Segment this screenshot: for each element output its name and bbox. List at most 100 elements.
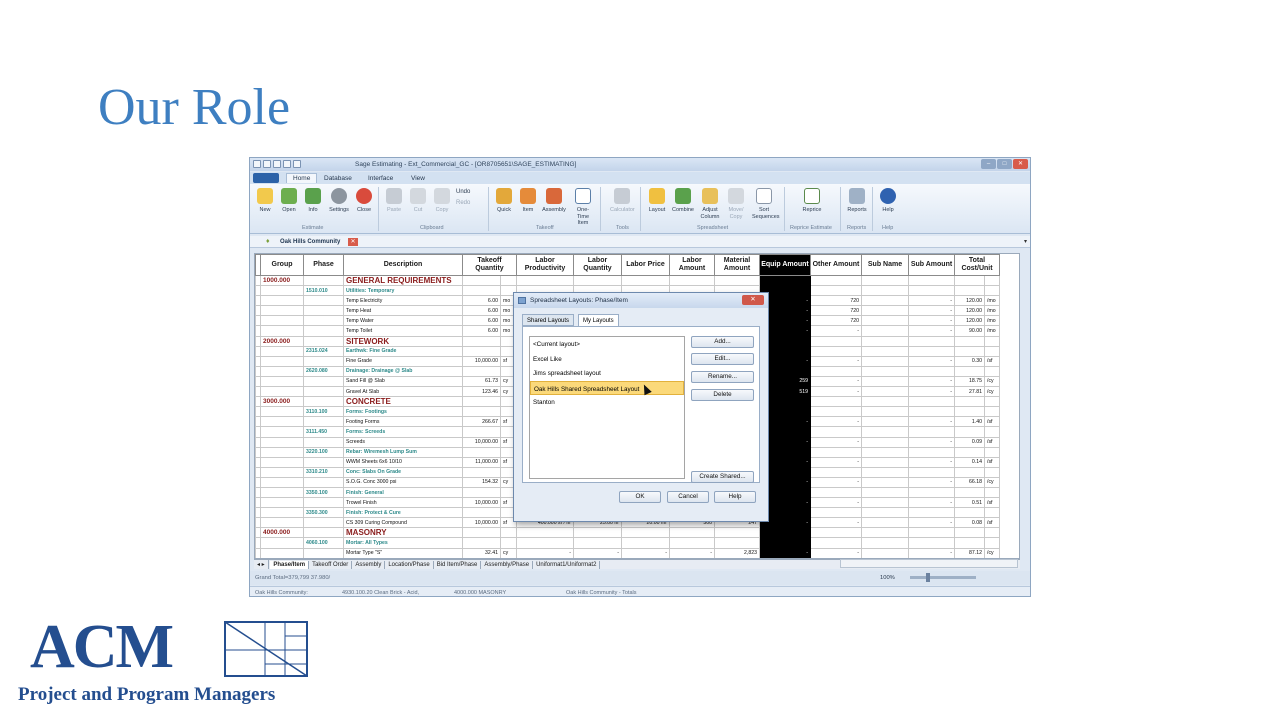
table-row[interactable]: 1000.000 GENERAL REQUIREMENTS bbox=[255, 274, 1000, 287]
cell-description[interactable]: Utilities: Temporary bbox=[343, 285, 463, 297]
cell-other-amount[interactable] bbox=[810, 466, 862, 478]
cell-group[interactable] bbox=[260, 466, 304, 478]
sheet-tab-uniformat[interactable]: Uniformat1/Uniformat2 bbox=[533, 561, 601, 569]
cell-total-cost[interactable] bbox=[954, 345, 985, 357]
cell-other-amount[interactable]: 720 bbox=[810, 295, 862, 307]
cell-total-cost[interactable]: 87.12 bbox=[954, 547, 985, 558]
sheet-tab-location-phase[interactable]: Location/Phase bbox=[385, 561, 434, 569]
cell-takeoff-qty[interactable]: 266.67 bbox=[462, 416, 501, 428]
cell-other-amount[interactable] bbox=[810, 426, 862, 438]
col-header-other-amount[interactable]: Other Amount bbox=[810, 254, 862, 276]
layout-button[interactable]: Layout bbox=[645, 188, 669, 214]
cell-description[interactable]: Gravel At Slab bbox=[343, 386, 463, 398]
cell-other-amount[interactable] bbox=[810, 527, 862, 539]
cell-other-amount[interactable] bbox=[810, 365, 862, 377]
cell-sub-amount[interactable] bbox=[908, 527, 955, 539]
col-header-takeoff-quantity[interactable]: Takeoff Quantity bbox=[462, 254, 517, 276]
cell-other-amount[interactable] bbox=[810, 486, 862, 499]
cell-other-amount[interactable] bbox=[810, 396, 862, 408]
cell-phase[interactable] bbox=[303, 416, 344, 428]
cell-total-unit[interactable]: /cy bbox=[984, 386, 1000, 398]
estimate-tab[interactable]: Oak Hills Community bbox=[280, 239, 340, 245]
cell-description[interactable]: CS 309 Curing Compound bbox=[343, 517, 463, 529]
cell-description[interactable]: Mortar: All Types bbox=[343, 537, 463, 549]
cell-sub-amount[interactable]: - bbox=[908, 386, 955, 398]
cell-total-unit[interactable] bbox=[984, 345, 1000, 357]
cell-other-amount[interactable] bbox=[810, 345, 862, 357]
add-button[interactable]: Add... bbox=[691, 336, 754, 348]
cell-sub-amount[interactable] bbox=[908, 486, 955, 499]
cell-total-cost[interactable] bbox=[954, 285, 985, 297]
cell-group[interactable] bbox=[260, 375, 304, 388]
cell-sub-name[interactable] bbox=[861, 355, 909, 367]
cell-total-cost[interactable]: 0.51 bbox=[954, 497, 985, 509]
cell-description[interactable]: WWM Sheets 6x6 10/10 bbox=[343, 456, 463, 468]
cell-group[interactable] bbox=[260, 325, 304, 337]
cell-other-amount[interactable]: - bbox=[810, 497, 862, 509]
cell-other-amount[interactable] bbox=[810, 285, 862, 297]
cell-phase[interactable]: 3110.100 bbox=[303, 406, 344, 418]
cell-takeoff-qty[interactable] bbox=[462, 285, 501, 297]
cell-group[interactable]: 1000.000 bbox=[260, 274, 304, 287]
cell-sub-name[interactable] bbox=[861, 486, 909, 499]
cell-total-unit[interactable]: /sf bbox=[984, 517, 1000, 529]
cell-takeoff-unit[interactable] bbox=[500, 274, 517, 287]
ok-button[interactable]: OK bbox=[619, 491, 661, 503]
cell-phase[interactable]: 2315.024 bbox=[303, 345, 344, 357]
col-header-sub-amount[interactable]: Sub Amount bbox=[908, 254, 955, 276]
cell-takeoff-unit[interactable] bbox=[500, 537, 517, 549]
cell-sub-amount[interactable]: - bbox=[908, 456, 955, 468]
cell-other-amount[interactable]: 720 bbox=[810, 315, 862, 327]
undo-button[interactable]: Undo bbox=[456, 189, 470, 195]
cell-total-unit[interactable]: /sf bbox=[984, 497, 1000, 509]
cell-description[interactable]: SITEWORK bbox=[343, 335, 463, 347]
cell-sub-name[interactable] bbox=[861, 274, 909, 287]
col-header-phase[interactable]: Phase bbox=[303, 254, 344, 276]
cell-sub-name[interactable] bbox=[861, 476, 909, 488]
cell-equip-amount[interactable] bbox=[759, 527, 811, 539]
table-row[interactable]: Mortar Type "S" 32.41 cy - - - -2,823- - -87.12/… bbox=[255, 547, 1000, 558]
sheet-tab-bid-item-phase[interactable]: Bid Item/Phase bbox=[434, 561, 482, 569]
cell-sub-amount[interactable]: - bbox=[908, 517, 955, 529]
cell-material-amount[interactable] bbox=[714, 527, 760, 539]
calculator-button[interactable]: Calculator bbox=[610, 188, 635, 214]
cell-total-cost[interactable] bbox=[954, 426, 985, 438]
cell-group[interactable] bbox=[260, 285, 304, 297]
cell-other-amount[interactable]: - bbox=[810, 456, 862, 468]
cell-total-unit[interactable] bbox=[984, 426, 1000, 438]
item-button[interactable]: Item bbox=[516, 188, 540, 214]
cell-takeoff-qty[interactable]: 61.73 bbox=[462, 375, 501, 388]
cell-takeoff-qty[interactable]: 10,000.00 bbox=[462, 436, 501, 448]
cell-phase[interactable]: 4060.100 bbox=[303, 537, 344, 549]
col-header-labor-price[interactable]: Labor Price bbox=[621, 254, 670, 276]
cell-other-amount[interactable]: - bbox=[810, 517, 862, 529]
cell-takeoff-qty[interactable] bbox=[462, 466, 501, 478]
cell-description[interactable]: Finish: General bbox=[343, 486, 463, 499]
cell-sub-name[interactable] bbox=[861, 416, 909, 428]
cell-total-unit[interactable]: /sf bbox=[984, 416, 1000, 428]
cell-phase[interactable] bbox=[303, 315, 344, 327]
redo-button[interactable]: Redo bbox=[456, 200, 470, 206]
cell-total-cost[interactable]: 18.75 bbox=[954, 375, 985, 388]
cell-description[interactable]: Temp Water bbox=[343, 315, 463, 327]
cell-group[interactable] bbox=[260, 456, 304, 468]
cell-other-amount[interactable]: - bbox=[810, 375, 862, 388]
cell-sub-amount[interactable]: - bbox=[908, 315, 955, 327]
cell-total-cost[interactable]: 1.40 bbox=[954, 416, 985, 428]
cell-total-cost[interactable] bbox=[954, 446, 985, 458]
cell-description[interactable]: Footing Forms bbox=[343, 416, 463, 428]
cell-takeoff-qty[interactable]: 6.00 bbox=[462, 305, 501, 317]
cell-equip-amount[interactable] bbox=[759, 274, 811, 287]
cell-group[interactable] bbox=[260, 406, 304, 418]
cell-takeoff-qty[interactable] bbox=[462, 446, 501, 458]
cell-takeoff-qty[interactable] bbox=[462, 365, 501, 377]
delete-button[interactable]: Delete bbox=[691, 389, 754, 401]
cell-group[interactable] bbox=[260, 426, 304, 438]
cell-sub-amount[interactable]: - bbox=[908, 375, 955, 388]
cell-sub-name[interactable] bbox=[861, 396, 909, 408]
cell-group[interactable]: 2000.000 bbox=[260, 335, 304, 347]
cell-group[interactable] bbox=[260, 497, 304, 509]
reprice-button[interactable]: Reprice bbox=[800, 188, 824, 214]
col-header-equip-amount[interactable]: Equip Amount bbox=[759, 254, 811, 276]
cut-button[interactable]: Cut bbox=[406, 188, 430, 214]
